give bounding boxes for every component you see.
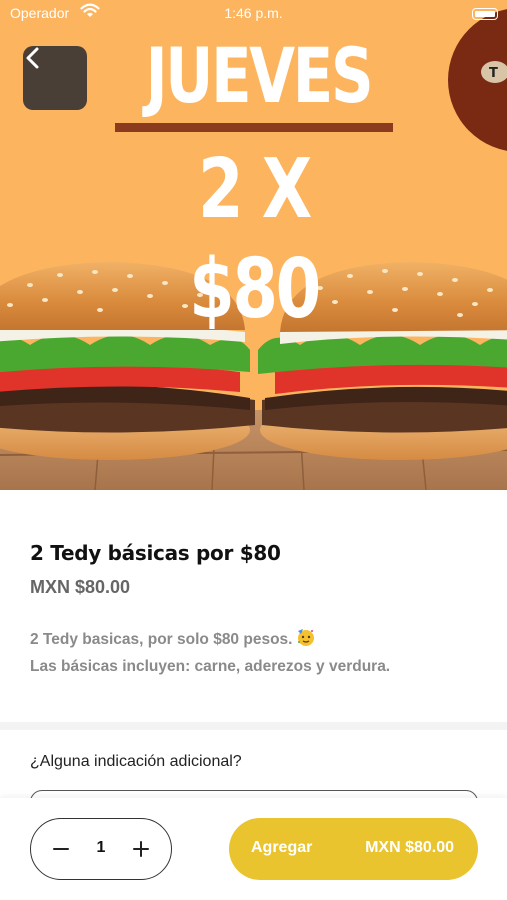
add-button-label: Agregar [251, 839, 313, 856]
plus-icon [133, 841, 149, 857]
promo-offer-text: 2 X $80 [189, 142, 321, 337]
product-price: MXN $80.00 [30, 577, 131, 597]
product-description: 2 Tedy basicas, por solo $80 pesos. Las … [30, 627, 480, 679]
order-bottom-bar: 1 Agregar MXN $80.00 [0, 798, 507, 900]
description-line-1: 2 Tedy basicas, por solo $80 pesos. [30, 631, 293, 648]
battery-icon [472, 8, 498, 20]
status-bar: Operador 1:46 p.m. [0, 0, 507, 28]
add-button-price: MXN $80.00 [365, 839, 454, 856]
increment-button[interactable] [119, 819, 163, 879]
description-line: 2 Tedy basicas, por solo $80 pesos. [30, 627, 480, 655]
description-line-2: Las básicas incluyen: carne, aderezos y … [30, 658, 391, 675]
section-divider [0, 722, 507, 730]
back-button[interactable] [23, 46, 87, 110]
notes-label: ¿Alguna indicación adicional? [30, 753, 242, 770]
promo-day-text: JUEVES [145, 31, 374, 120]
product-hero-image: T JUEVES 2 X $80 Operador 1:46 p.m. [0, 0, 507, 490]
add-to-cart-button[interactable]: Agregar MXN $80.00 [229, 818, 478, 880]
svg-text:T: T [489, 66, 498, 81]
quantity-stepper: 1 [30, 818, 172, 880]
status-time: 1:46 p.m. [224, 5, 283, 21]
chevron-left-icon [26, 47, 39, 69]
promo-divider-rule [115, 123, 393, 132]
product-title: 2 Tedy básicas por $80 [30, 541, 281, 565]
partying-face-emoji-icon [296, 627, 316, 655]
